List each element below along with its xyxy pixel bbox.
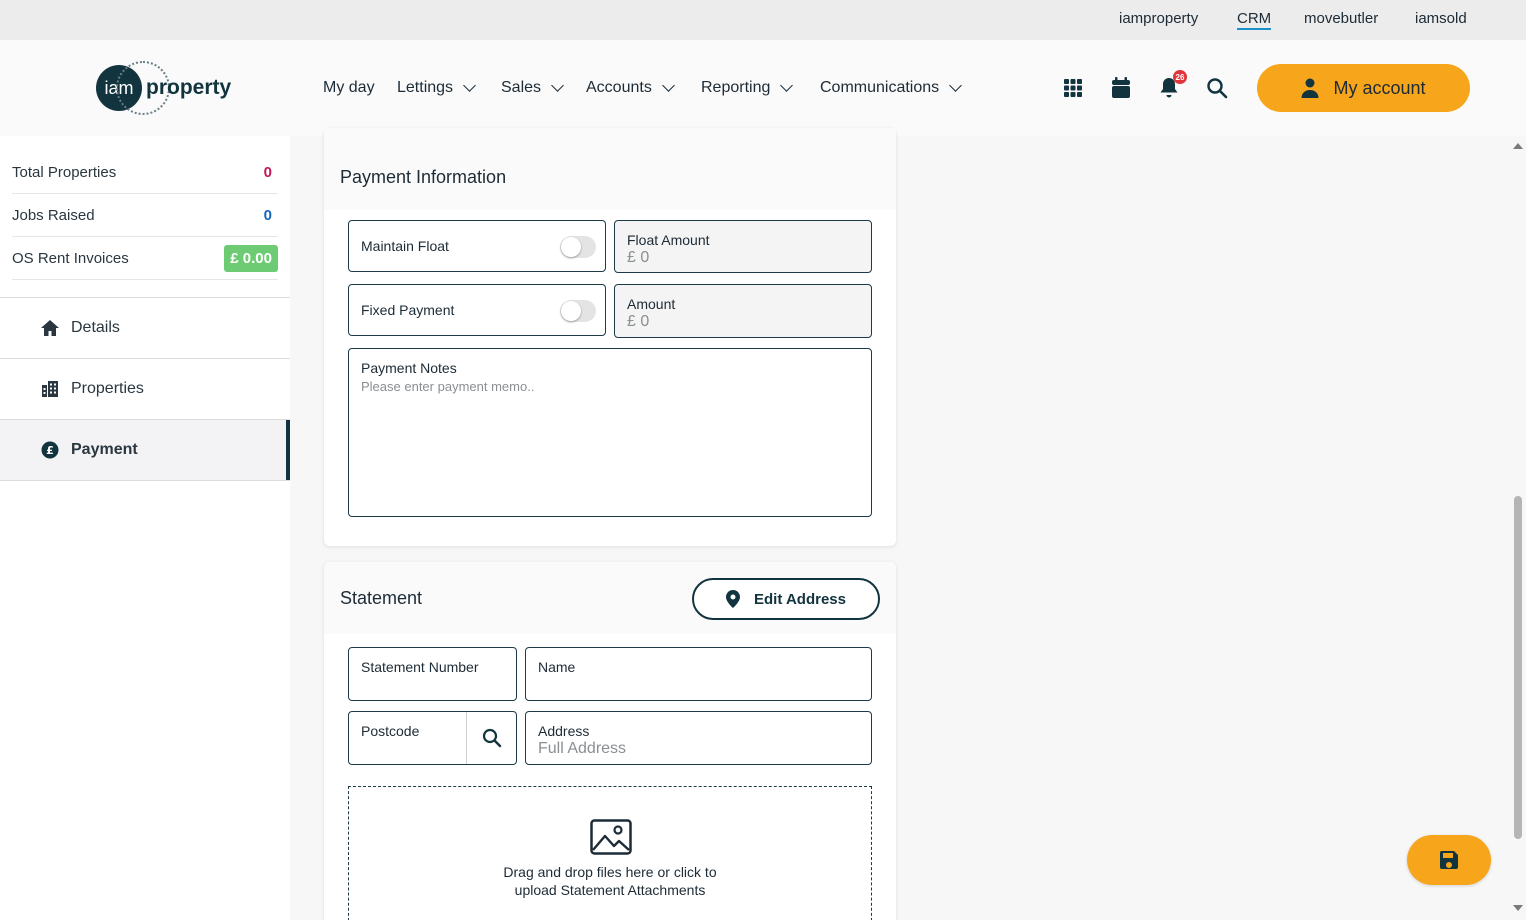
maintain-float-toggle[interactable] [560,236,596,258]
svg-text:£: £ [46,444,54,457]
address-label: Address [538,723,590,739]
scroll-up-arrow[interactable] [1513,143,1523,149]
fixed-payment-toggle[interactable] [560,300,596,322]
logo[interactable]: iam property [96,61,232,115]
logo-word: property [146,76,232,99]
edit-address-label: Edit Address [754,590,846,608]
nav-lettings[interactable]: Lettings [397,78,476,98]
my-account-label: My account [1333,77,1426,98]
top-utility-bar: iamproperty CRM movebutler iamsold [0,0,1526,40]
building-icon [40,379,60,399]
stat-jobs-raised: Jobs Raised 0 [12,194,278,237]
calendar-icon[interactable] [1109,76,1133,100]
topbar-link-iamproperty[interactable]: iamproperty [1119,10,1198,27]
maintain-float-field: Maintain Float [348,220,606,272]
sidebar-item-payment[interactable]: £ Payment [0,420,290,480]
statement-card-title: Statement [340,587,423,608]
search-icon [482,728,501,748]
dropzone-text: Drag and drop files here or click to upl… [349,863,871,899]
statement-number-field[interactable]: Statement Number [348,647,517,701]
stat-label: Total Properties [12,163,117,181]
float-amount-field[interactable]: Float Amount £ 0 [614,220,872,273]
statement-attachments-dropzone[interactable]: Drag and drop files here or click to upl… [348,786,872,920]
fixed-payment-label: Fixed Payment [361,302,455,318]
dropzone-line-1: Drag and drop files here or click to [503,864,717,880]
sidebar-divider [0,480,290,481]
logo-mark: iam [96,61,170,115]
stat-value: 0 [263,163,272,181]
save-floppy-icon [1439,851,1458,869]
chevron-down-icon [661,79,675,92]
stat-total-properties: Total Properties 0 [12,151,278,194]
stat-os-rent-invoices: OS Rent Invoices £ 0.00 [12,237,278,280]
page-scrollbar-thumb[interactable] [1514,496,1522,839]
payment-notes-placeholder: Please enter payment memo.. [361,379,535,394]
edit-address-button[interactable]: Edit Address [692,578,880,620]
user-icon [1301,78,1319,98]
notification-bell-icon[interactable]: 26 [1157,70,1187,100]
nav-communications[interactable]: Communications [820,78,963,98]
sidebar-item-label: Payment [71,441,138,458]
nav-my-day[interactable]: My day [323,78,375,98]
postcode-label: Postcode [361,723,420,739]
nav-accounts[interactable]: Accounts [586,78,675,98]
pound-coin-icon: £ [40,440,60,460]
nav-sales-label: Sales [501,79,542,96]
postcode-search-button[interactable] [466,712,516,764]
fixed-payment-field: Fixed Payment [348,284,606,336]
stat-label: OS Rent Invoices [12,249,129,267]
stat-value-pill: £ 0.00 [224,244,278,272]
nav-lettings-label: Lettings [397,79,454,96]
nav-communications-label: Communications [820,79,940,96]
nav-my-day-label: My day [323,79,375,96]
main-header: iam property My day Lettings Sales Accou… [0,40,1526,136]
topbar-link-crm[interactable]: CRM [1237,10,1272,30]
sidebar-item-properties[interactable]: Properties [0,359,290,419]
payment-notes-textarea[interactable]: Payment Notes Please enter payment memo.… [348,348,872,517]
chevron-down-icon [463,79,476,92]
sidebar-item-details[interactable]: Details [0,298,290,358]
address-field[interactable]: Address Full Address [525,711,872,765]
amount-label: Amount [627,296,676,312]
amount-value: £ 0 [627,313,650,330]
nav-accounts-label: Accounts [586,79,652,96]
scroll-down-arrow[interactable] [1513,905,1523,911]
image-upload-icon [590,819,632,855]
save-button[interactable] [1407,835,1491,885]
apps-grid-icon[interactable] [1061,76,1085,100]
stat-label: Jobs Raised [12,206,95,224]
payment-information-card: Payment Information Maintain Float Float… [324,128,896,546]
name-field[interactable]: Name [525,647,872,701]
float-amount-label: Float Amount [627,232,710,248]
search-icon[interactable] [1205,76,1229,100]
my-account-button[interactable]: My account [1257,64,1470,112]
nav-reporting-label: Reporting [701,79,771,96]
address-value: Full Address [538,740,627,757]
chevron-down-icon [551,79,564,92]
sidebar-item-label: Properties [71,380,144,397]
location-pin-icon [726,590,741,608]
topbar-link-movebutler[interactable]: movebutler [1304,10,1378,27]
stat-value: 0 [263,206,272,224]
nav-sales[interactable]: Sales [501,78,564,98]
statement-number-label: Statement Number [361,659,479,675]
nav-reporting[interactable]: Reporting [701,78,794,98]
statement-card: Statement Edit Address Statement Number … [324,562,896,920]
amount-field[interactable]: Amount £ 0 [614,284,872,338]
sidebar: Total Properties 0 Jobs Raised 0 OS Rent… [0,136,290,920]
postcode-field[interactable]: Postcode [348,711,517,765]
chevron-down-icon [780,79,794,92]
name-label: Name [538,659,576,675]
topbar-link-iamsold[interactable]: iamsold [1415,10,1467,27]
payment-card-title: Payment Information [324,128,896,210]
home-icon [40,318,60,338]
notification-count-badge: 26 [1173,70,1187,84]
maintain-float-label: Maintain Float [361,238,449,254]
float-amount-value: £ 0 [627,249,650,266]
sidebar-item-label: Details [71,319,120,336]
payment-notes-label: Payment Notes [361,360,457,376]
dropzone-line-2: upload Statement Attachments [514,882,706,898]
chevron-down-icon [949,79,963,92]
